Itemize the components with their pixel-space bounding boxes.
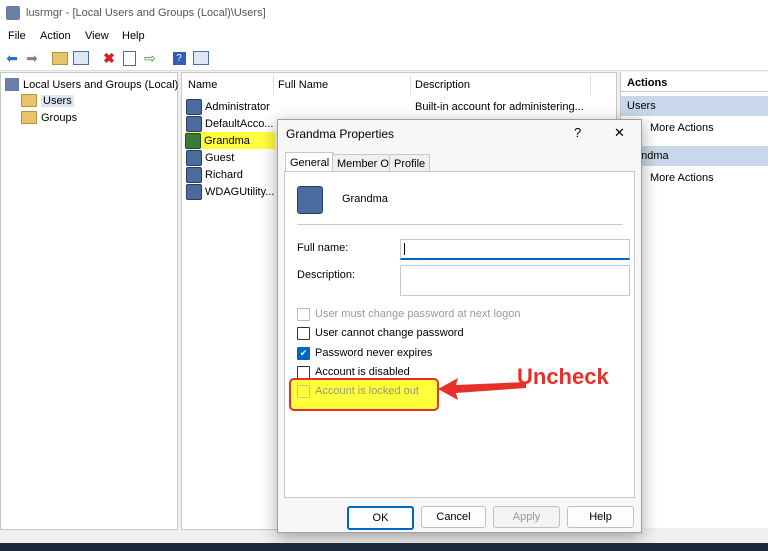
show-hide-tree-icon[interactable] xyxy=(72,49,90,67)
general-panel: Grandma Full name: Description: User mus… xyxy=(284,171,635,498)
export-list-icon[interactable]: ⇨ xyxy=(141,49,159,67)
help-question-button[interactable]: ? xyxy=(574,125,581,140)
annotation-text: Uncheck xyxy=(517,364,609,389)
divider xyxy=(297,224,623,225)
table-row[interactable]: Administrator xyxy=(186,98,270,115)
table-row-selected[interactable]: Grandma xyxy=(185,132,275,149)
more-actions-link[interactable]: More Actions xyxy=(650,122,714,134)
menu-bar: File Action View Help xyxy=(0,26,768,46)
text-cursor xyxy=(404,243,405,255)
actions-section-grandma[interactable]: andma xyxy=(621,146,768,166)
checkbox-cannot-change-password[interactable]: User cannot change password xyxy=(297,325,464,341)
toolbar: ⬅ ➡ ✖ ⇨ ? xyxy=(0,46,768,71)
user-icon xyxy=(186,166,202,183)
cancel-button[interactable]: Cancel xyxy=(421,506,486,528)
back-arrow-icon[interactable]: ⬅ xyxy=(3,49,21,67)
checkmark-icon: ✔ xyxy=(297,346,310,360)
menu-action[interactable]: Action xyxy=(40,30,71,42)
table-row[interactable]: Guest xyxy=(186,149,234,166)
table-row[interactable]: WDAGUtility... xyxy=(186,183,274,200)
checkbox-password-never-expires[interactable]: ✔ Password never expires xyxy=(297,345,432,361)
table-row[interactable]: Richard xyxy=(186,166,243,183)
tree-item-groups[interactable]: Groups xyxy=(21,109,77,126)
properties-icon[interactable] xyxy=(120,49,138,67)
table-row[interactable]: DefaultAcco... xyxy=(186,115,273,132)
user-icon xyxy=(186,183,202,200)
tree-root[interactable]: Local Users and Groups (Local) xyxy=(5,76,178,93)
up-folder-icon[interactable] xyxy=(51,49,69,67)
computer-users-icon xyxy=(5,78,19,91)
folder-icon xyxy=(21,111,37,124)
annotation-arrow-icon xyxy=(438,378,526,400)
full-name-label: Full name: xyxy=(297,242,349,254)
more-actions-link[interactable]: More Actions xyxy=(650,172,714,184)
user-icon xyxy=(185,132,201,149)
checkbox-must-change-password[interactable]: User must change password at next logon xyxy=(297,306,520,322)
user-icon xyxy=(297,186,323,214)
close-icon[interactable]: ✕ xyxy=(614,125,625,141)
app-icon xyxy=(6,6,20,20)
actions-section-users[interactable]: Users xyxy=(621,96,768,116)
full-name-input[interactable] xyxy=(400,239,630,260)
description-label: Description: xyxy=(297,269,356,281)
user-icon xyxy=(186,149,202,166)
tree-item-users[interactable]: Users xyxy=(21,92,74,109)
description-input[interactable] xyxy=(400,265,630,296)
user-icon xyxy=(186,115,202,132)
row-description: Built-in account for administering... xyxy=(415,101,584,113)
actions-header: Actions xyxy=(621,74,768,92)
action-pane-icon[interactable] xyxy=(192,49,210,67)
help-icon[interactable]: ? xyxy=(170,49,188,67)
ok-button[interactable]: OK xyxy=(347,506,414,530)
user-icon xyxy=(186,98,202,115)
column-header-fullname[interactable]: Full Name xyxy=(278,79,328,91)
checkbox-account-locked-out[interactable]: Account is locked out xyxy=(297,383,419,399)
window-title: lusrmgr - [Local Users and Groups (Local… xyxy=(26,7,266,19)
tab-profile[interactable]: Profile xyxy=(389,154,431,172)
forward-arrow-icon[interactable]: ➡ xyxy=(23,49,41,67)
help-button[interactable]: Help xyxy=(567,506,634,528)
menu-file[interactable]: File xyxy=(8,30,26,42)
column-header-name[interactable]: Name xyxy=(188,79,217,91)
column-header-description[interactable]: Description xyxy=(415,79,470,91)
apply-button[interactable]: Apply xyxy=(493,506,560,528)
title-bar: lusrmgr - [Local Users and Groups (Local… xyxy=(0,0,768,26)
tab-general[interactable]: General xyxy=(285,152,335,172)
menu-view[interactable]: View xyxy=(85,30,109,42)
menu-help[interactable]: Help xyxy=(122,30,145,42)
delete-icon[interactable]: ✖ xyxy=(100,49,118,67)
tree-pane: Local Users and Groups (Local) Users Gro… xyxy=(0,72,178,530)
username-label: Grandma xyxy=(342,193,388,205)
properties-dialog: Grandma Properties ? ✕ General Member Of… xyxy=(277,119,642,533)
folder-icon xyxy=(21,94,37,107)
tab-member-of[interactable]: Member Of xyxy=(332,154,398,172)
bottom-strip xyxy=(0,543,768,551)
actions-pane: Actions Users More Actions andma More Ac… xyxy=(620,72,768,528)
dialog-title: Grandma Properties xyxy=(286,127,395,141)
